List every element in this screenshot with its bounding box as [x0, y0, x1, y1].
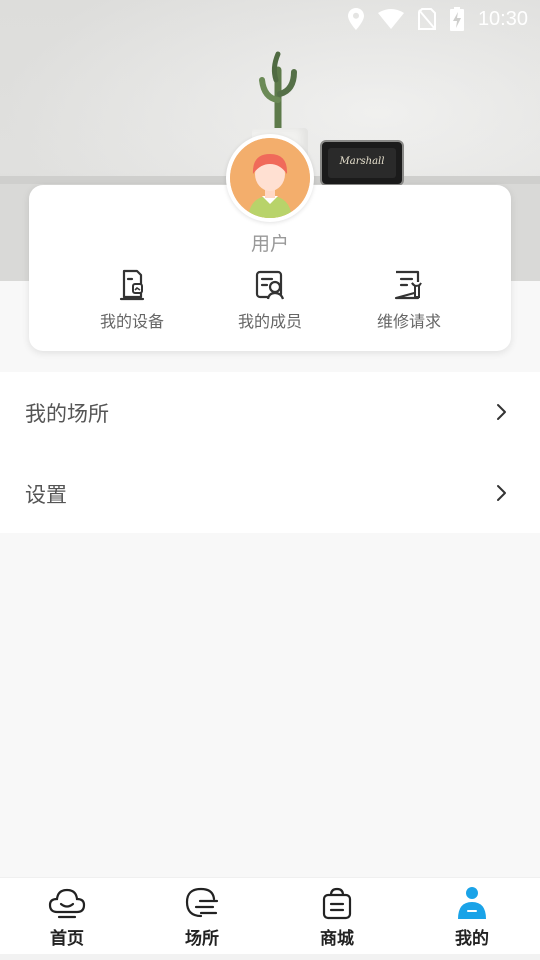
wifi-icon	[377, 9, 404, 29]
speaker-image: Marshall	[320, 140, 404, 186]
status-bar: 10:30	[0, 0, 540, 36]
members-icon	[255, 270, 285, 300]
nav-label: 我的	[455, 929, 489, 949]
location-icon	[347, 8, 364, 30]
tab-mall[interactable]: 商城	[292, 886, 382, 949]
nav-label: 商城	[320, 929, 354, 949]
menu-item-label: 设置	[25, 483, 67, 507]
shopping-bag-icon	[322, 887, 352, 920]
my-devices-shortcut[interactable]: 我的设备	[72, 268, 192, 332]
chevron-right-icon	[497, 404, 506, 420]
status-icons: 10:30	[347, 7, 528, 31]
username[interactable]: 用户	[0, 229, 540, 256]
cactus-plant-icon	[259, 51, 297, 134]
cloud-home-icon	[48, 888, 86, 919]
repair-request-shortcut[interactable]: 维修请求	[349, 268, 469, 332]
system-nav-strip	[0, 954, 540, 960]
avatar-girl-icon	[230, 138, 310, 218]
tab-mine[interactable]: 我的	[427, 886, 517, 949]
person-icon	[458, 887, 486, 919]
shortcut-label: 我的设备	[99, 312, 164, 331]
menu-list: 我的场所 设置	[0, 372, 540, 533]
speaker-brand-logo: Marshall	[339, 156, 385, 167]
menu-item-settings[interactable]: 设置	[0, 453, 540, 533]
my-members-shortcut[interactable]: 我的成员	[210, 268, 330, 332]
place-icon	[185, 887, 219, 918]
device-icon	[119, 269, 145, 301]
avatar[interactable]	[226, 134, 314, 222]
repair-icon	[394, 270, 422, 300]
nav-label: 场所	[185, 929, 219, 949]
chevron-right-icon	[497, 485, 506, 501]
no-sim-icon	[417, 8, 436, 30]
menu-item-my-places[interactable]: 我的场所	[0, 372, 540, 452]
shortcut-label: 我的成员	[237, 312, 302, 331]
shortcut-label: 维修请求	[376, 312, 441, 331]
nav-label: 首页	[50, 929, 84, 949]
tab-home[interactable]: 首页	[22, 886, 112, 949]
menu-item-label: 我的场所	[25, 402, 109, 426]
status-time: 10:30	[477, 7, 528, 30]
bottom-nav: 首页 场所 商城 我的	[0, 877, 540, 954]
battery-charging-icon	[449, 7, 464, 31]
tab-places[interactable]: 场所	[157, 886, 247, 949]
